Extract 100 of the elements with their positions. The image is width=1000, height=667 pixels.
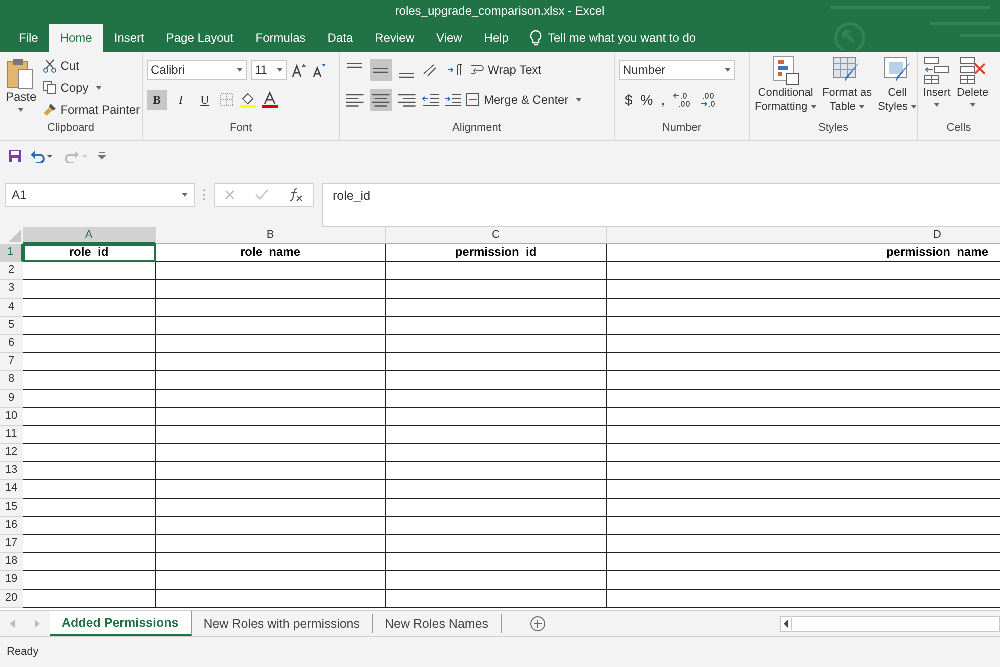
row-header[interactable]: 14 (0, 480, 23, 499)
grid-cell[interactable] (386, 426, 607, 444)
number-format-button[interactable]: , (661, 92, 666, 108)
styles-button[interactable]: Format as Table (822, 56, 874, 122)
row-header[interactable]: 4 (0, 298, 23, 317)
grid-cell[interactable] (23, 390, 156, 408)
vertical-align-icon[interactable] (370, 59, 392, 81)
undo-icon[interactable] (30, 149, 56, 163)
grid-cell[interactable] (386, 462, 607, 480)
grid-cell[interactable] (386, 390, 607, 408)
grid-cell[interactable] (156, 408, 386, 426)
grid-cell[interactable] (23, 371, 156, 390)
grid-cell[interactable] (386, 371, 607, 390)
row-header[interactable]: 12 (0, 444, 23, 462)
grid-cell[interactable] (23, 498, 156, 517)
grid-cell[interactable] (386, 353, 607, 372)
format-painter-button[interactable]: Format Painter (42, 100, 140, 120)
grid-cell[interactable] (156, 298, 386, 317)
name-box[interactable]: A1 (5, 183, 195, 207)
cells-button[interactable]: Insert (922, 56, 952, 122)
row-header[interactable]: 18 (0, 553, 23, 572)
grid-cell[interactable] (23, 535, 156, 554)
row-header[interactable]: 17 (0, 535, 23, 554)
grid-cell[interactable] (23, 262, 156, 280)
row-header[interactable]: 10 (0, 408, 23, 426)
grid-cell[interactable] (156, 498, 386, 517)
decrease-indent-icon[interactable] (422, 92, 440, 108)
row-header[interactable]: 8 (0, 371, 23, 390)
sheet-tab[interactable]: Added Permissions (50, 611, 192, 636)
ribbon-tab[interactable]: Home (49, 24, 104, 52)
grid-cell[interactable] (156, 480, 386, 499)
grid-cell[interactable] (386, 571, 607, 590)
grid-cell[interactable] (386, 480, 607, 499)
grid-cell[interactable] (156, 426, 386, 444)
increase-indent-icon[interactable] (444, 92, 462, 108)
increase-font-size-icon[interactable] (291, 62, 307, 78)
grid-cell[interactable] (386, 535, 607, 554)
sheet-tab[interactable]: New Roles with permissions (192, 614, 374, 633)
grid-cell[interactable] (23, 316, 156, 335)
fill-color-icon[interactable] (239, 91, 257, 109)
horizontal-scrollbar[interactable] (780, 616, 1000, 632)
row-header[interactable]: 9 (0, 390, 23, 408)
grid-cell[interactable] (386, 516, 607, 535)
column-header[interactable]: B (156, 227, 386, 244)
row-header[interactable]: 16 (0, 516, 23, 535)
grid-cell[interactable] (386, 498, 607, 517)
grid-cell[interactable] (156, 553, 386, 572)
grid-cell[interactable] (156, 444, 386, 462)
grid-cell[interactable] (386, 590, 607, 608)
grid-cell[interactable] (386, 262, 607, 280)
save-icon[interactable] (8, 149, 22, 163)
grip-dots-icon[interactable] (203, 189, 206, 201)
grid-cell[interactable] (156, 280, 386, 299)
grid-cell[interactable] (156, 535, 386, 554)
number-format-button[interactable]: % (640, 92, 654, 108)
horizontal-align-icon[interactable] (370, 89, 392, 111)
row-header[interactable]: 6 (0, 334, 23, 354)
ribbon-tab[interactable]: Review (364, 24, 426, 52)
grid-cell[interactable] (386, 316, 607, 335)
decrease-font-size-icon[interactable] (311, 62, 327, 78)
grid-cell[interactable] (156, 390, 386, 408)
ribbon-tab[interactable]: Insert (103, 24, 156, 52)
grid-cell[interactable] (23, 444, 156, 462)
wrap-text-button[interactable]: Wrap Text (470, 60, 542, 80)
font-style-button[interactable]: B (147, 90, 167, 110)
ribbon-tab[interactable]: Data (316, 24, 364, 52)
row-header[interactable]: 5 (0, 316, 23, 335)
font-style-button[interactable]: U (195, 90, 215, 110)
grid-cell[interactable] (156, 371, 386, 390)
paste-button[interactable]: Paste (4, 56, 39, 122)
grid-cell[interactable] (386, 408, 607, 426)
number-format-dropdown[interactable]: Number (619, 60, 735, 80)
font-name-dropdown[interactable]: Calibri (147, 60, 247, 80)
function-icon[interactable] (288, 188, 304, 202)
grid-cell[interactable] (386, 280, 607, 299)
grid-cell[interactable] (23, 480, 156, 499)
checkmark-icon[interactable] (254, 189, 269, 201)
row-header[interactable]: 7 (0, 353, 23, 372)
copy-button[interactable]: Copy (42, 78, 140, 98)
grid-cell[interactable] (156, 516, 386, 535)
styles-button[interactable]: Cell Styles (877, 56, 918, 122)
grid-cell[interactable] (156, 262, 386, 280)
grid-cell[interactable] (23, 516, 156, 535)
grid-cell[interactable] (23, 408, 156, 426)
merge-center-button[interactable]: Merge & Center (466, 90, 582, 110)
styles-button[interactable]: Conditional Formatting (754, 56, 818, 122)
row-header[interactable]: 20 (0, 590, 23, 608)
grid-cell[interactable] (386, 553, 607, 572)
grid-cell[interactable] (23, 353, 156, 372)
column-header[interactable]: A (23, 227, 156, 244)
ribbon-tab[interactable]: Help (473, 24, 520, 52)
add-sheet-icon[interactable] (530, 616, 546, 632)
grid-cell[interactable] (156, 353, 386, 372)
grid-cell[interactable] (156, 590, 386, 608)
grid-cell[interactable] (23, 280, 156, 299)
tell-me-search[interactable]: Tell me what you want to do (530, 24, 696, 52)
cut-button[interactable]: Cut (42, 56, 140, 76)
cells-button[interactable]: Delete (956, 56, 990, 122)
row-header[interactable]: 19 (0, 571, 23, 590)
row-header[interactable]: 13 (0, 462, 23, 480)
